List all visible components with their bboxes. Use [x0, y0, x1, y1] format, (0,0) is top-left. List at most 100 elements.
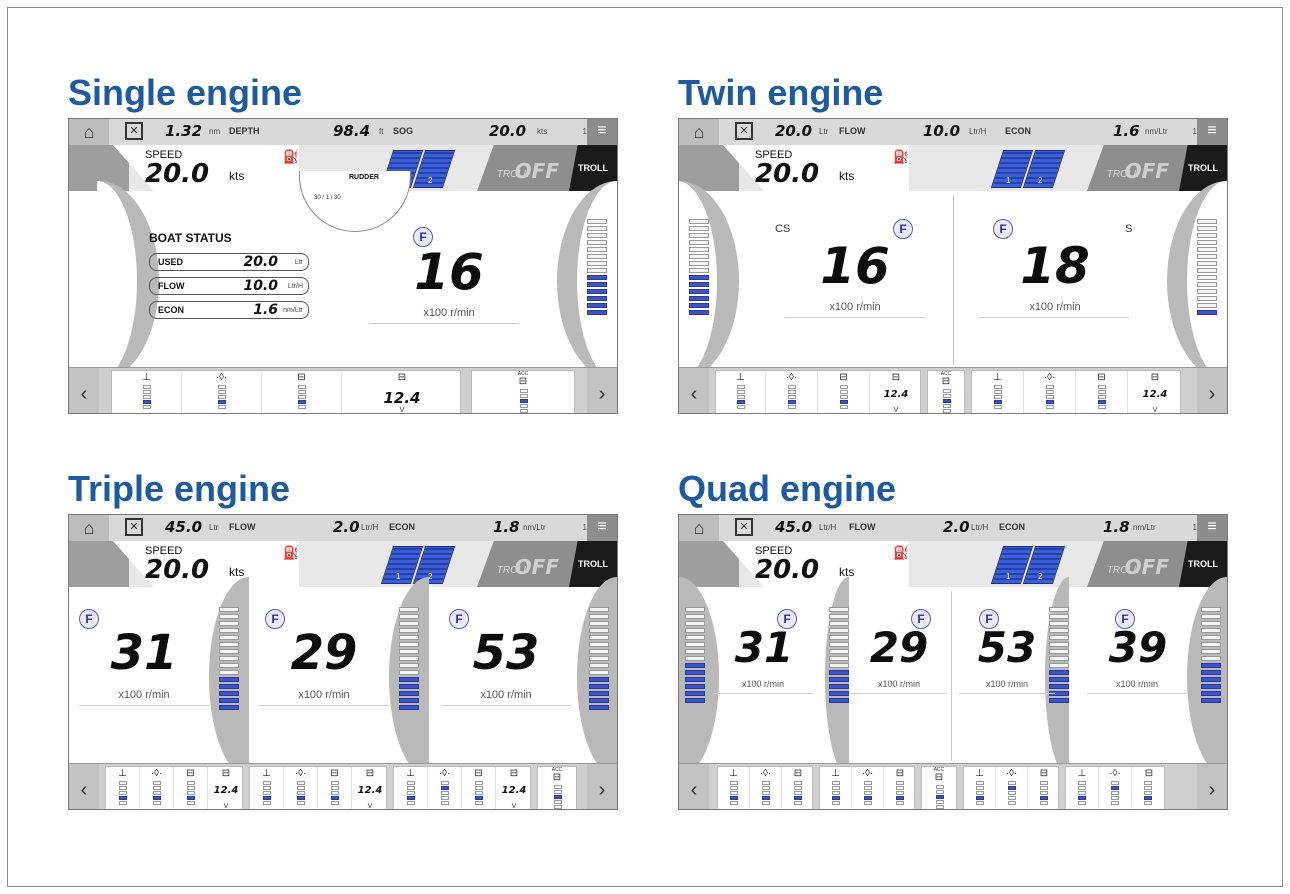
status-value: 20.0 [243, 254, 278, 270]
bottom-bar: ‹ ⊥ ·◊· ⊟ ⊟ 12.4 V ACC ⊟ › [69, 367, 617, 413]
main-area: F 31 x100 r/min F 29 x100 r/min F 53 x10… [679, 577, 1227, 777]
chevron-left-icon[interactable]: ‹ [679, 368, 709, 413]
temperature-icon: ⊥ [118, 768, 127, 779]
led-segment [1049, 607, 1069, 612]
engine-label-cs: CS [775, 223, 791, 235]
battery-icon: ⊟ [1144, 768, 1154, 779]
rpm-led-bar-1 [219, 607, 239, 712]
oil-pressure-leds [864, 781, 872, 806]
top-label-2: SOG [393, 126, 414, 136]
led-segment [589, 621, 609, 626]
top-unit-3: kts [537, 127, 548, 136]
led-segment [587, 254, 607, 259]
status-label: USED [158, 257, 184, 267]
rpm-led-bar-2 [829, 607, 849, 705]
home-icon[interactable]: ⌂ [679, 119, 719, 145]
gauge-group-1: ⊥ ·◊· ⊟ ⊟ 12.4 V [111, 370, 461, 413]
navigation-icon[interactable]: ✕ [735, 518, 753, 536]
led-segment [589, 635, 609, 640]
top-label-2: ECON [1005, 126, 1032, 136]
led-segment [219, 691, 239, 696]
menu-icon[interactable]: ≡ [587, 515, 617, 541]
section-title-quad: Quad engine [678, 468, 897, 509]
led-segment [589, 677, 609, 682]
top-bar: ⌂ ✕ 20.0 Ltr FLOW 10.0 Ltr/H ECON 1.6 nm… [679, 119, 1227, 146]
led-segment [689, 261, 709, 266]
temperature-icon: ⊥ [406, 768, 415, 779]
led-segment [689, 254, 709, 259]
led-segment [829, 614, 849, 619]
led-segment [689, 303, 709, 308]
rpm-led-bar-3 [589, 607, 609, 712]
rpm-underline [369, 323, 519, 324]
chevron-left-icon[interactable]: ‹ [679, 764, 709, 809]
led-segment [1197, 261, 1217, 266]
led-segment [689, 233, 709, 238]
voltage-value: 12.4 [501, 785, 527, 796]
oil-pressure-leds [762, 781, 770, 806]
voltage-value: 12.4 [357, 785, 383, 796]
battery-leds [794, 781, 802, 806]
oil-pressure-icon: ·◊· [785, 372, 798, 383]
battery-level-gauge: ⊟ [174, 767, 208, 809]
led-segment [1197, 233, 1217, 238]
chevron-right-icon[interactable]: › [1197, 764, 1227, 809]
rpm-underline [79, 705, 209, 706]
battery-level-gauge: ⊟ [262, 371, 342, 413]
speed-value: 20.0 [145, 159, 210, 189]
troll-state: OFF [514, 159, 559, 183]
accessory-battery-icon: ⊟ [518, 376, 528, 387]
gauge-group-3: ⊥ ·◊· ⊟ [963, 766, 1059, 809]
led-segment [399, 635, 419, 640]
home-icon[interactable]: ⌂ [69, 119, 109, 145]
navigation-icon[interactable]: ✕ [125, 518, 143, 536]
led-segment [219, 635, 239, 640]
gauge-group-1: ⊥ ·◊· ⊟ ⊟ 12.4 V [105, 766, 243, 809]
led-segment [1201, 684, 1221, 689]
chevron-right-icon[interactable]: › [587, 368, 617, 413]
oil-pressure-gauge: ·◊· [852, 767, 884, 809]
menu-icon[interactable]: ≡ [1197, 515, 1227, 541]
oil-pressure-leds [788, 385, 796, 410]
menu-icon[interactable]: ≡ [587, 119, 617, 145]
battery-voltage-gauge: ⊟ 12.4 V [870, 371, 922, 413]
engine-f-badge: F [893, 219, 913, 239]
led-segment [685, 635, 705, 640]
led-segment [589, 628, 609, 633]
led-segment [829, 691, 849, 696]
navigation-icon[interactable]: ✕ [125, 122, 143, 140]
led-segment [589, 663, 609, 668]
led-segment [589, 670, 609, 675]
top-value-3: 20.0 [489, 122, 527, 140]
accessory-leds [943, 389, 951, 413]
voltage-unit: V [511, 803, 517, 810]
menu-icon[interactable]: ≡ [1197, 119, 1227, 145]
speed-value: 20.0 [755, 159, 820, 189]
led-segment [1197, 240, 1217, 245]
battery-leds [475, 781, 483, 806]
led-segment [399, 677, 419, 682]
led-segment [587, 226, 607, 231]
rpm-value-3: 53 [977, 623, 1037, 672]
led-segment [685, 642, 705, 647]
chevron-left-icon[interactable]: ‹ [69, 368, 99, 413]
top-value-3: 1.6 [1113, 122, 1140, 140]
led-segment [219, 628, 239, 633]
temperature-leds [994, 385, 1002, 410]
top-bar: ⌂ ✕ 1.32 nm DEPTH 98.4 ft SOG 20.0 kts 1… [69, 119, 617, 146]
chevron-right-icon[interactable]: › [1197, 368, 1227, 413]
led-segment [589, 691, 609, 696]
top-value-2: 98.4 [333, 122, 371, 140]
rpm-value-1: 31 [110, 625, 178, 681]
battery-icon: ⊟ [839, 372, 848, 383]
home-icon[interactable]: ⌂ [69, 515, 109, 541]
led-segment [219, 677, 239, 682]
chevron-right-icon[interactable]: › [587, 764, 617, 809]
rpm-unit: x100 r/min [1029, 301, 1081, 313]
chevron-left-icon[interactable]: ‹ [69, 764, 99, 809]
home-icon[interactable]: ⌂ [679, 515, 719, 541]
navigation-icon[interactable]: ✕ [735, 122, 753, 140]
led-segment [1201, 614, 1221, 619]
top-value-3: 1.8 [1103, 518, 1130, 536]
top-unit-1: Ltr/H [819, 523, 837, 532]
